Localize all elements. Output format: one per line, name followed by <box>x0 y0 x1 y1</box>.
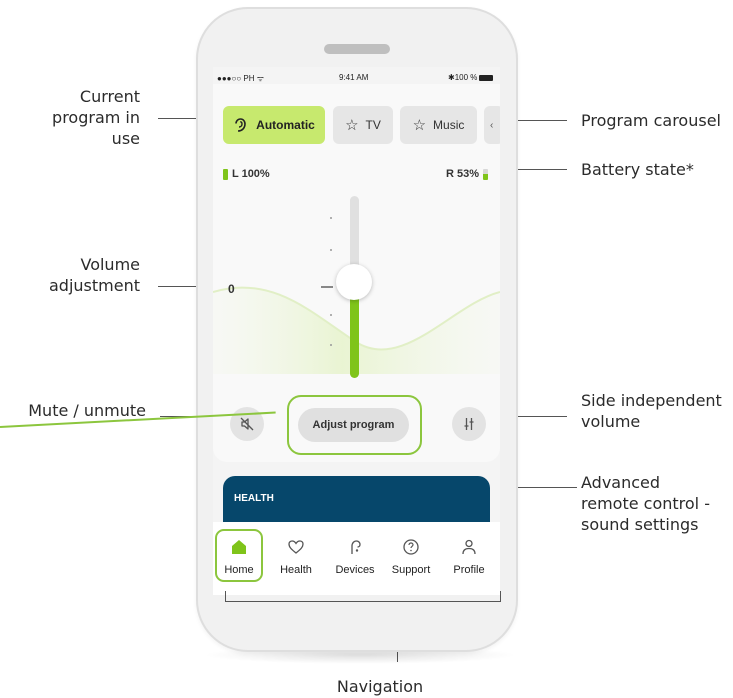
nav-health[interactable]: Health <box>270 530 322 580</box>
battery-left: L 100% <box>223 168 270 180</box>
status-time: 9:41 AM <box>339 73 369 82</box>
status-battery: ✱100 % <box>448 73 494 82</box>
volume-tick <box>330 217 332 219</box>
callout-navigation: Navigation <box>336 677 424 696</box>
callout-side-independent: Side independent volume <box>581 391 722 431</box>
program-chip-automatic[interactable]: Automatic <box>223 106 325 144</box>
battery-right-icon <box>483 168 489 180</box>
nav-bracket-h <box>225 601 501 602</box>
battery-icon <box>479 74 494 81</box>
volume-handle[interactable] <box>336 264 372 300</box>
chevron-icon: ‹ <box>490 119 494 131</box>
adjust-program-button[interactable]: Adjust program <box>298 408 409 442</box>
callout-advanced-remote: Advanced remote control - sound settings <box>581 473 710 534</box>
battery-right-text: R 53% <box>446 168 480 180</box>
nav-label-devices: Devices <box>335 564 375 576</box>
speaker-muted-icon <box>240 417 254 431</box>
callout-volume-adjustment: Volume adjustment <box>49 255 140 295</box>
nav-devices[interactable]: Devices <box>329 530 381 580</box>
phone-frame: ●●●○○ PH ᯤ 9:41 AM ✱100 % Automatic ☆ TV… <box>196 7 518 652</box>
battery-right: R 53% <box>446 168 489 180</box>
star-icon: ☆ <box>345 117 359 134</box>
callout-mute-unmute: Mute / unmute <box>28 401 146 420</box>
hearing-aid-icon <box>351 540 361 554</box>
status-battery-text: ✱100 % <box>448 73 478 82</box>
heart-icon <box>288 540 304 554</box>
nav-label-health: Health <box>280 564 312 576</box>
nav-bracket-right <box>500 591 501 602</box>
program-label-tv: TV <box>365 118 381 132</box>
status-carrier: ●●●○○ PH ᯤ <box>217 74 265 83</box>
volume-tick <box>330 314 332 316</box>
nav-label-home: Home <box>224 564 254 576</box>
program-label-music: Music <box>433 118 465 132</box>
volume-zero-mark <box>321 286 333 288</box>
nav-label-profile: Profile <box>453 564 485 576</box>
nav-home[interactable]: Home <box>213 530 265 580</box>
star-icon: ☆ <box>412 117 427 134</box>
callout-battery-state: Battery state* <box>581 160 694 179</box>
battery-left-text: L 100% <box>232 168 270 180</box>
ear-icon <box>235 118 246 132</box>
volume-tick <box>330 344 332 346</box>
volume-value: 0 <box>228 282 235 296</box>
nav-profile[interactable]: Profile <box>443 530 495 580</box>
program-label-automatic: Automatic <box>256 118 315 132</box>
nav-bracket-left <box>225 591 226 602</box>
callout-current-program: Current program in use <box>52 87 140 148</box>
bottom-navigation: Home Health Devices Support Profile <box>213 522 500 595</box>
person-icon <box>462 539 476 555</box>
home-icon <box>232 540 246 554</box>
program-chip-music[interactable]: ☆ Music <box>400 106 477 144</box>
phone-speaker <box>324 44 390 54</box>
nav-label-support: Support <box>391 564 431 576</box>
volume-track-fill <box>350 287 359 378</box>
program-chip-next[interactable]: ‹ <box>484 106 500 144</box>
program-chip-tv[interactable]: ☆ TV <box>333 106 393 144</box>
help-icon <box>403 539 419 555</box>
sliders-icon <box>464 418 474 430</box>
battery-left-icon <box>223 168 228 180</box>
app-screen: ●●●○○ PH ᯤ 9:41 AM ✱100 % Automatic ☆ TV… <box>213 67 500 595</box>
adjust-program-label: Adjust program <box>312 419 395 431</box>
volume-tick <box>330 249 332 251</box>
remote-control-card: Automatic ☆ TV ☆ Music ‹ L 100% R 53% 0 … <box>213 84 500 462</box>
callout-program-carousel: Program carousel <box>581 111 721 130</box>
side-volume-button[interactable] <box>452 407 486 441</box>
nav-support[interactable]: Support <box>385 530 437 580</box>
health-card-title: HEALTH <box>234 493 274 504</box>
